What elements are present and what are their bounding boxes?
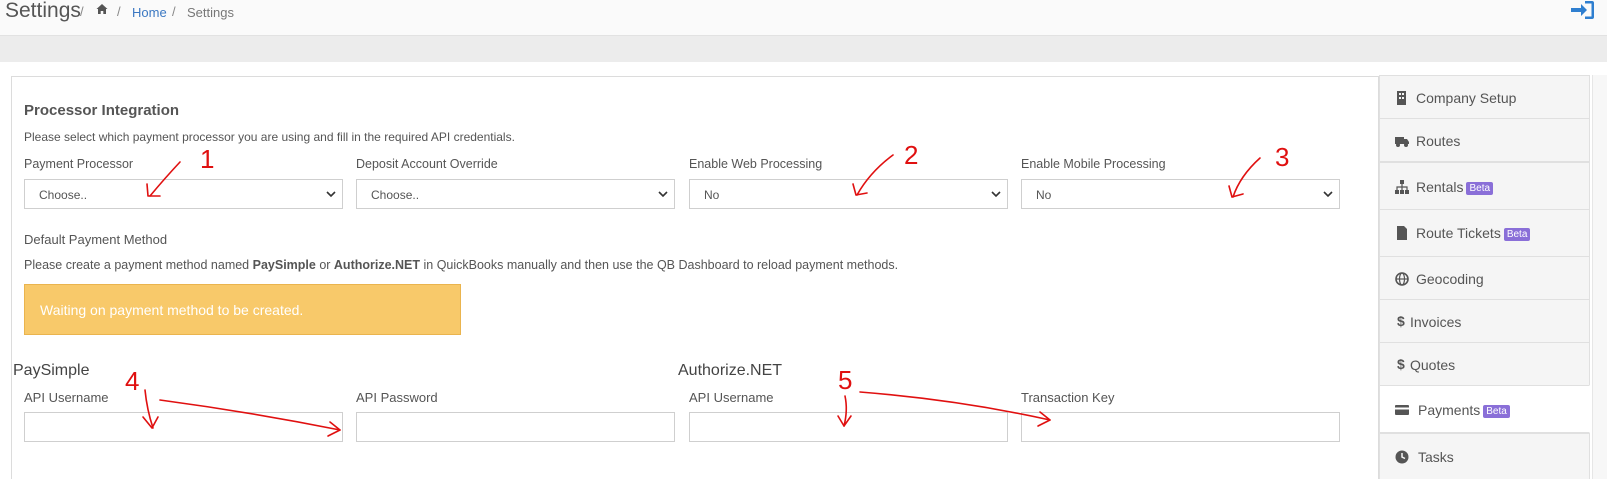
web-processing-label: Enable Web Processing: [689, 157, 823, 171]
page-title: Settings: [5, 0, 81, 22]
sidebar-item-geocoding[interactable]: Geocoding: [1379, 256, 1590, 300]
top-header: Settings / / Home / Settings: [0, 0, 1607, 36]
settings-sidebar: Company Setup Routes Rentals Beta Route T…: [1379, 75, 1590, 479]
instruction-text: Please create a payment method named: [24, 258, 253, 272]
sitemap-icon: [1395, 180, 1409, 194]
beta-badge: Beta: [1503, 228, 1531, 241]
paysimple-title: PaySimple: [13, 362, 90, 379]
sidebar-item-invoices[interactable]: $ Invoices: [1379, 299, 1590, 343]
mobile-processing-value: No: [1036, 188, 1052, 202]
beta-badge: Beta: [1466, 182, 1494, 195]
instruction-text: or: [315, 258, 334, 272]
toolbar-strip: [0, 36, 1607, 62]
web-processing-select[interactable]: No: [689, 179, 1008, 209]
sidebar-item-label: Geocoding: [1416, 271, 1484, 287]
dollar-icon: $: [1397, 356, 1405, 372]
paysimple-username-label: API Username: [24, 390, 109, 405]
web-processing-value: No: [704, 188, 720, 202]
instruction-text: in QuickBooks manually and then use the …: [420, 258, 899, 272]
processor-integration-title: Processor Integration: [24, 102, 180, 119]
payment-processor-value: Choose..: [39, 188, 88, 202]
sidebar-item-label: Invoices: [1410, 314, 1462, 330]
sidebar-item-routes[interactable]: Routes: [1379, 118, 1590, 162]
paysimple-password-input[interactable]: [356, 412, 675, 442]
chevron-down-icon: [1323, 191, 1333, 198]
sign-in-icon[interactable]: [1571, 0, 1595, 20]
breadcrumb-separator: /: [172, 4, 176, 19]
payment-processor-select[interactable]: Choose..: [24, 179, 343, 209]
sidebar-item-rentals[interactable]: Rentals Beta: [1379, 162, 1590, 210]
transaction-key-label: Transaction Key: [1021, 390, 1115, 405]
warning-alert: Waiting on payment method to be created.: [24, 284, 461, 335]
paysimple-password-label: API Password: [356, 390, 438, 405]
scrollbar[interactable]: [1592, 75, 1607, 479]
building-icon: [1397, 91, 1406, 105]
sidebar-item-text: Payments: [1418, 402, 1481, 418]
chevron-down-icon: [658, 191, 668, 198]
authorize-net-title: Authorize.NET: [678, 362, 783, 379]
sidebar-item-company-setup[interactable]: Company Setup: [1379, 75, 1590, 119]
sidebar-item-quotes[interactable]: $ Quotes: [1379, 342, 1590, 386]
breadcrumb-separator: /: [117, 4, 121, 19]
beta-badge: Beta: [1483, 405, 1510, 418]
sidebar-item-route-tickets[interactable]: Route Tickets Beta: [1379, 209, 1590, 257]
paysimple-username-input[interactable]: [24, 412, 343, 442]
sidebar-item-label: Quotes: [1410, 357, 1456, 373]
dollar-icon: $: [1397, 313, 1405, 329]
authorize-username-label: API Username: [689, 390, 774, 405]
sidebar-item-label: Company Setup: [1416, 90, 1517, 106]
mobile-processing-label: Enable Mobile Processing: [1021, 157, 1166, 171]
sidebar-item-label: Routes: [1416, 133, 1461, 149]
sidebar-item-label: Payments Beta: [1418, 402, 1510, 418]
clock-icon: [1395, 450, 1409, 464]
sidebar-item-payments[interactable]: Payments Beta: [1379, 385, 1590, 433]
sidebar-item-label: Route Tickets Beta: [1416, 225, 1531, 241]
globe-icon: [1395, 272, 1409, 286]
sidebar-item-text: Rentals: [1416, 179, 1464, 195]
credit-card-icon: [1395, 405, 1409, 415]
home-icon[interactable]: [96, 3, 108, 15]
file-icon: [1397, 226, 1407, 240]
sidebar-item-tasks[interactable]: Tasks: [1379, 433, 1590, 479]
payment-processor-label: Payment Processor: [24, 157, 134, 171]
default-payment-instructions: Please create a payment method named Pay…: [24, 258, 898, 272]
processor-description: Please select which payment processor yo…: [24, 130, 515, 144]
authorize-username-input[interactable]: [689, 412, 1008, 442]
breadcrumb-current: Settings: [187, 5, 234, 20]
authorize-net-name: Authorize.NET: [333, 258, 421, 272]
sidebar-item-label: Tasks: [1418, 449, 1454, 465]
breadcrumb-separator: /: [80, 4, 84, 19]
warning-text: Waiting on payment method to be created.: [40, 302, 304, 318]
sidebar-item-label: Rentals Beta: [1416, 179, 1494, 195]
sidebar-item-text: Route Tickets: [1416, 225, 1501, 241]
deposit-account-value: Choose..: [371, 188, 420, 202]
deposit-account-label: Deposit Account Override: [356, 157, 498, 171]
truck-icon: [1395, 137, 1409, 147]
breadcrumb-home-link[interactable]: Home: [132, 5, 167, 20]
default-payment-method-title: Default Payment Method: [24, 232, 168, 247]
paysimple-name: PaySimple: [252, 258, 316, 272]
chevron-down-icon: [326, 191, 336, 198]
chevron-down-icon: [991, 191, 1001, 198]
payments-settings-card: Processor Integration Please select whic…: [11, 76, 1379, 479]
mobile-processing-select[interactable]: No: [1021, 179, 1340, 209]
deposit-account-select[interactable]: Choose..: [356, 179, 675, 209]
transaction-key-input[interactable]: [1021, 412, 1340, 442]
